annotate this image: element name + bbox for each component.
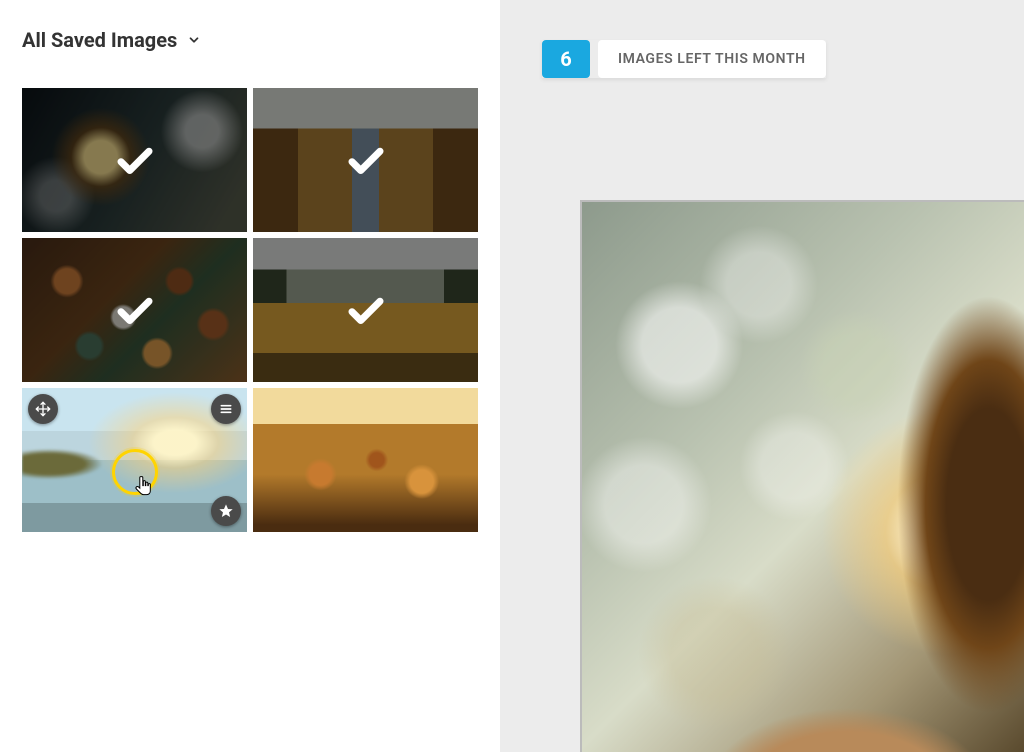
thumbnail-item-hovered[interactable] bbox=[22, 388, 247, 532]
thumbnail-item[interactable] bbox=[253, 238, 478, 382]
check-icon bbox=[345, 289, 387, 331]
pointer-cursor-icon bbox=[132, 475, 156, 499]
saved-images-panel: All Saved Images bbox=[0, 0, 500, 752]
menu-icon bbox=[218, 401, 234, 417]
thumbnail-grid bbox=[22, 88, 478, 532]
selected-overlay bbox=[22, 238, 247, 382]
move-button[interactable] bbox=[28, 394, 58, 424]
selected-overlay bbox=[253, 88, 478, 232]
preview-image-content bbox=[582, 202, 1024, 752]
check-icon bbox=[114, 139, 156, 181]
quota-indicator: 6 IMAGES LEFT THIS MONTH bbox=[542, 40, 826, 78]
thumbnail-item[interactable] bbox=[253, 388, 478, 532]
check-icon bbox=[345, 139, 387, 181]
quota-label: IMAGES LEFT THIS MONTH bbox=[598, 40, 826, 78]
quota-count: 6 bbox=[542, 40, 590, 78]
filter-dropdown[interactable]: All Saved Images bbox=[22, 28, 201, 58]
selected-overlay bbox=[22, 88, 247, 232]
filter-dropdown-label: All Saved Images bbox=[22, 28, 177, 52]
star-icon bbox=[218, 503, 234, 519]
thumbnail-item[interactable] bbox=[253, 88, 478, 232]
thumbnail-item[interactable] bbox=[22, 88, 247, 232]
preview-panel: 6 IMAGES LEFT THIS MONTH bbox=[500, 0, 1024, 752]
selected-overlay bbox=[253, 238, 478, 382]
move-icon bbox=[35, 401, 51, 417]
thumbnail-item[interactable] bbox=[22, 238, 247, 382]
chevron-down-icon bbox=[187, 33, 201, 47]
menu-button[interactable] bbox=[211, 394, 241, 424]
favorite-button[interactable] bbox=[211, 496, 241, 526]
check-icon bbox=[114, 289, 156, 331]
image-preview[interactable] bbox=[580, 200, 1024, 752]
